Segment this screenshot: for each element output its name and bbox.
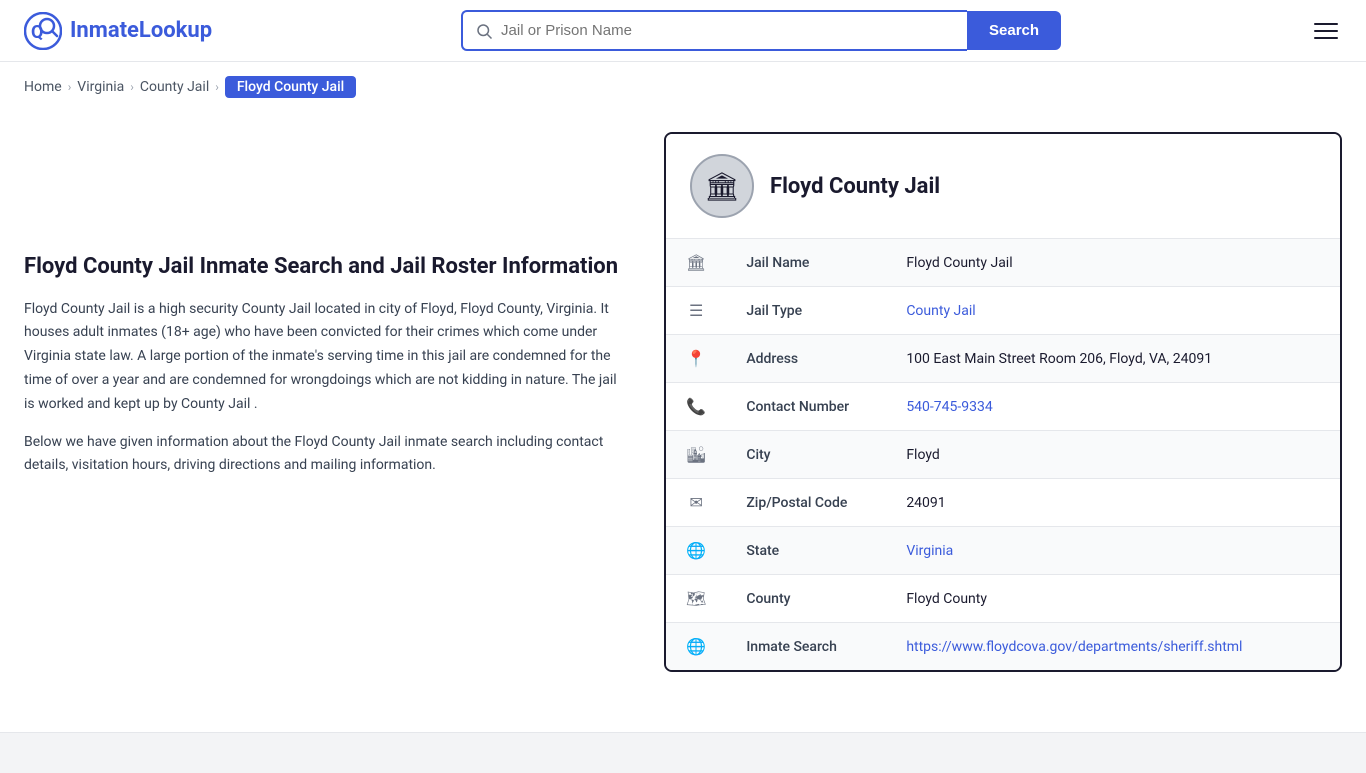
table-row: 🗺 County Floyd County [666,575,1340,623]
info-table: 🏛 Jail Name Floyd County Jail ☰ Jail Typ… [666,239,1340,670]
hamburger-line-2 [1314,30,1338,32]
breadcrumb-county-jail[interactable]: County Jail [140,79,209,95]
table-row: 🌐 Inmate Search https://www.floydcova.go… [666,623,1340,671]
search-icon [475,22,493,40]
table-value-1[interactable]: County Jail [886,287,1340,335]
hamburger-menu[interactable] [1310,19,1342,43]
search-bar: Search [461,10,1061,51]
table-value-5: 24091 [886,479,1340,527]
city-icon: 🏙 [666,431,726,479]
description-1: Floyd County Jail is a high security Cou… [24,298,624,417]
table-value-3[interactable]: 540-745-9334 [886,383,1340,431]
table-label-1: Jail Type [726,287,886,335]
search-input[interactable] [501,12,955,49]
location-icon: 📍 [666,335,726,383]
footer-bar [0,732,1366,773]
main-content: Floyd County Jail Inmate Search and Jail… [0,112,1366,712]
table-value-2: 100 East Main Street Room 206, Floyd, VA… [886,335,1340,383]
table-label-5: Zip/Postal Code [726,479,886,527]
table-label-7: County [726,575,886,623]
info-card: 🏛 Floyd County Jail 🏛 Jail Name Floyd Co… [664,132,1342,672]
breadcrumb-virginia[interactable]: Virginia [77,79,124,95]
breadcrumb-chevron-2: › [130,80,134,94]
jail-icon: 🏛 [666,239,726,287]
table-row: 🌐 State Virginia [666,527,1340,575]
table-label-6: State [726,527,886,575]
table-label-3: Contact Number [726,383,886,431]
header: Q InmateLookup Search [0,0,1366,62]
card-title: Floyd County Jail [770,174,940,199]
svg-text:Q: Q [31,22,43,43]
list-icon: ☰ [666,287,726,335]
search-input-wrap [461,10,967,51]
table-value-7: Floyd County [886,575,1340,623]
table-value-6[interactable]: Virginia [886,527,1340,575]
table-row: 🏛 Jail Name Floyd County Jail [666,239,1340,287]
table-link-8[interactable]: https://www.floydcova.gov/departments/sh… [906,639,1242,655]
breadcrumb-chevron-3: › [215,80,219,94]
page-title: Floyd County Jail Inmate Search and Jail… [24,252,624,282]
table-label-0: Jail Name [726,239,886,287]
logo-icon: Q [24,12,62,50]
state-icon: 🌐 [666,527,726,575]
card-header: 🏛 Floyd County Jail [666,134,1340,239]
table-label-8: Inmate Search [726,623,886,671]
table-label-2: Address [726,335,886,383]
description-2: Below we have given information about th… [24,431,624,479]
breadcrumb-chevron-1: › [68,80,72,94]
zip-icon: ✉ [666,479,726,527]
search-button[interactable]: Search [967,11,1061,50]
table-value-4: Floyd [886,431,1340,479]
table-link-3[interactable]: 540-745-9334 [906,399,992,415]
table-label-4: City [726,431,886,479]
table-value-8[interactable]: https://www.floydcova.gov/departments/sh… [886,623,1340,671]
table-row: ✉ Zip/Postal Code 24091 [666,479,1340,527]
table-row: 🏙 City Floyd [666,431,1340,479]
table-link-1[interactable]: County Jail [906,303,975,319]
table-link-6[interactable]: Virginia [906,543,953,559]
table-row: 📞 Contact Number 540-745-9334 [666,383,1340,431]
table-value-0: Floyd County Jail [886,239,1340,287]
table-row: 📍 Address 100 East Main Street Room 206,… [666,335,1340,383]
hamburger-line-3 [1314,37,1338,39]
county-icon: 🗺 [666,575,726,623]
breadcrumb: Home › Virginia › County Jail › Floyd Co… [0,62,1366,112]
phone-icon: 📞 [666,383,726,431]
logo[interactable]: Q InmateLookup [24,12,212,50]
logo-text: InmateLookup [70,18,212,43]
inmate-search-icon: 🌐 [666,623,726,671]
left-content: Floyd County Jail Inmate Search and Jail… [24,132,664,672]
breadcrumb-active: Floyd County Jail [225,76,356,98]
table-row: ☰ Jail Type County Jail [666,287,1340,335]
avatar: 🏛 [690,154,754,218]
avatar-icon: 🏛 [704,170,740,203]
hamburger-line-1 [1314,23,1338,25]
breadcrumb-home[interactable]: Home [24,79,62,95]
